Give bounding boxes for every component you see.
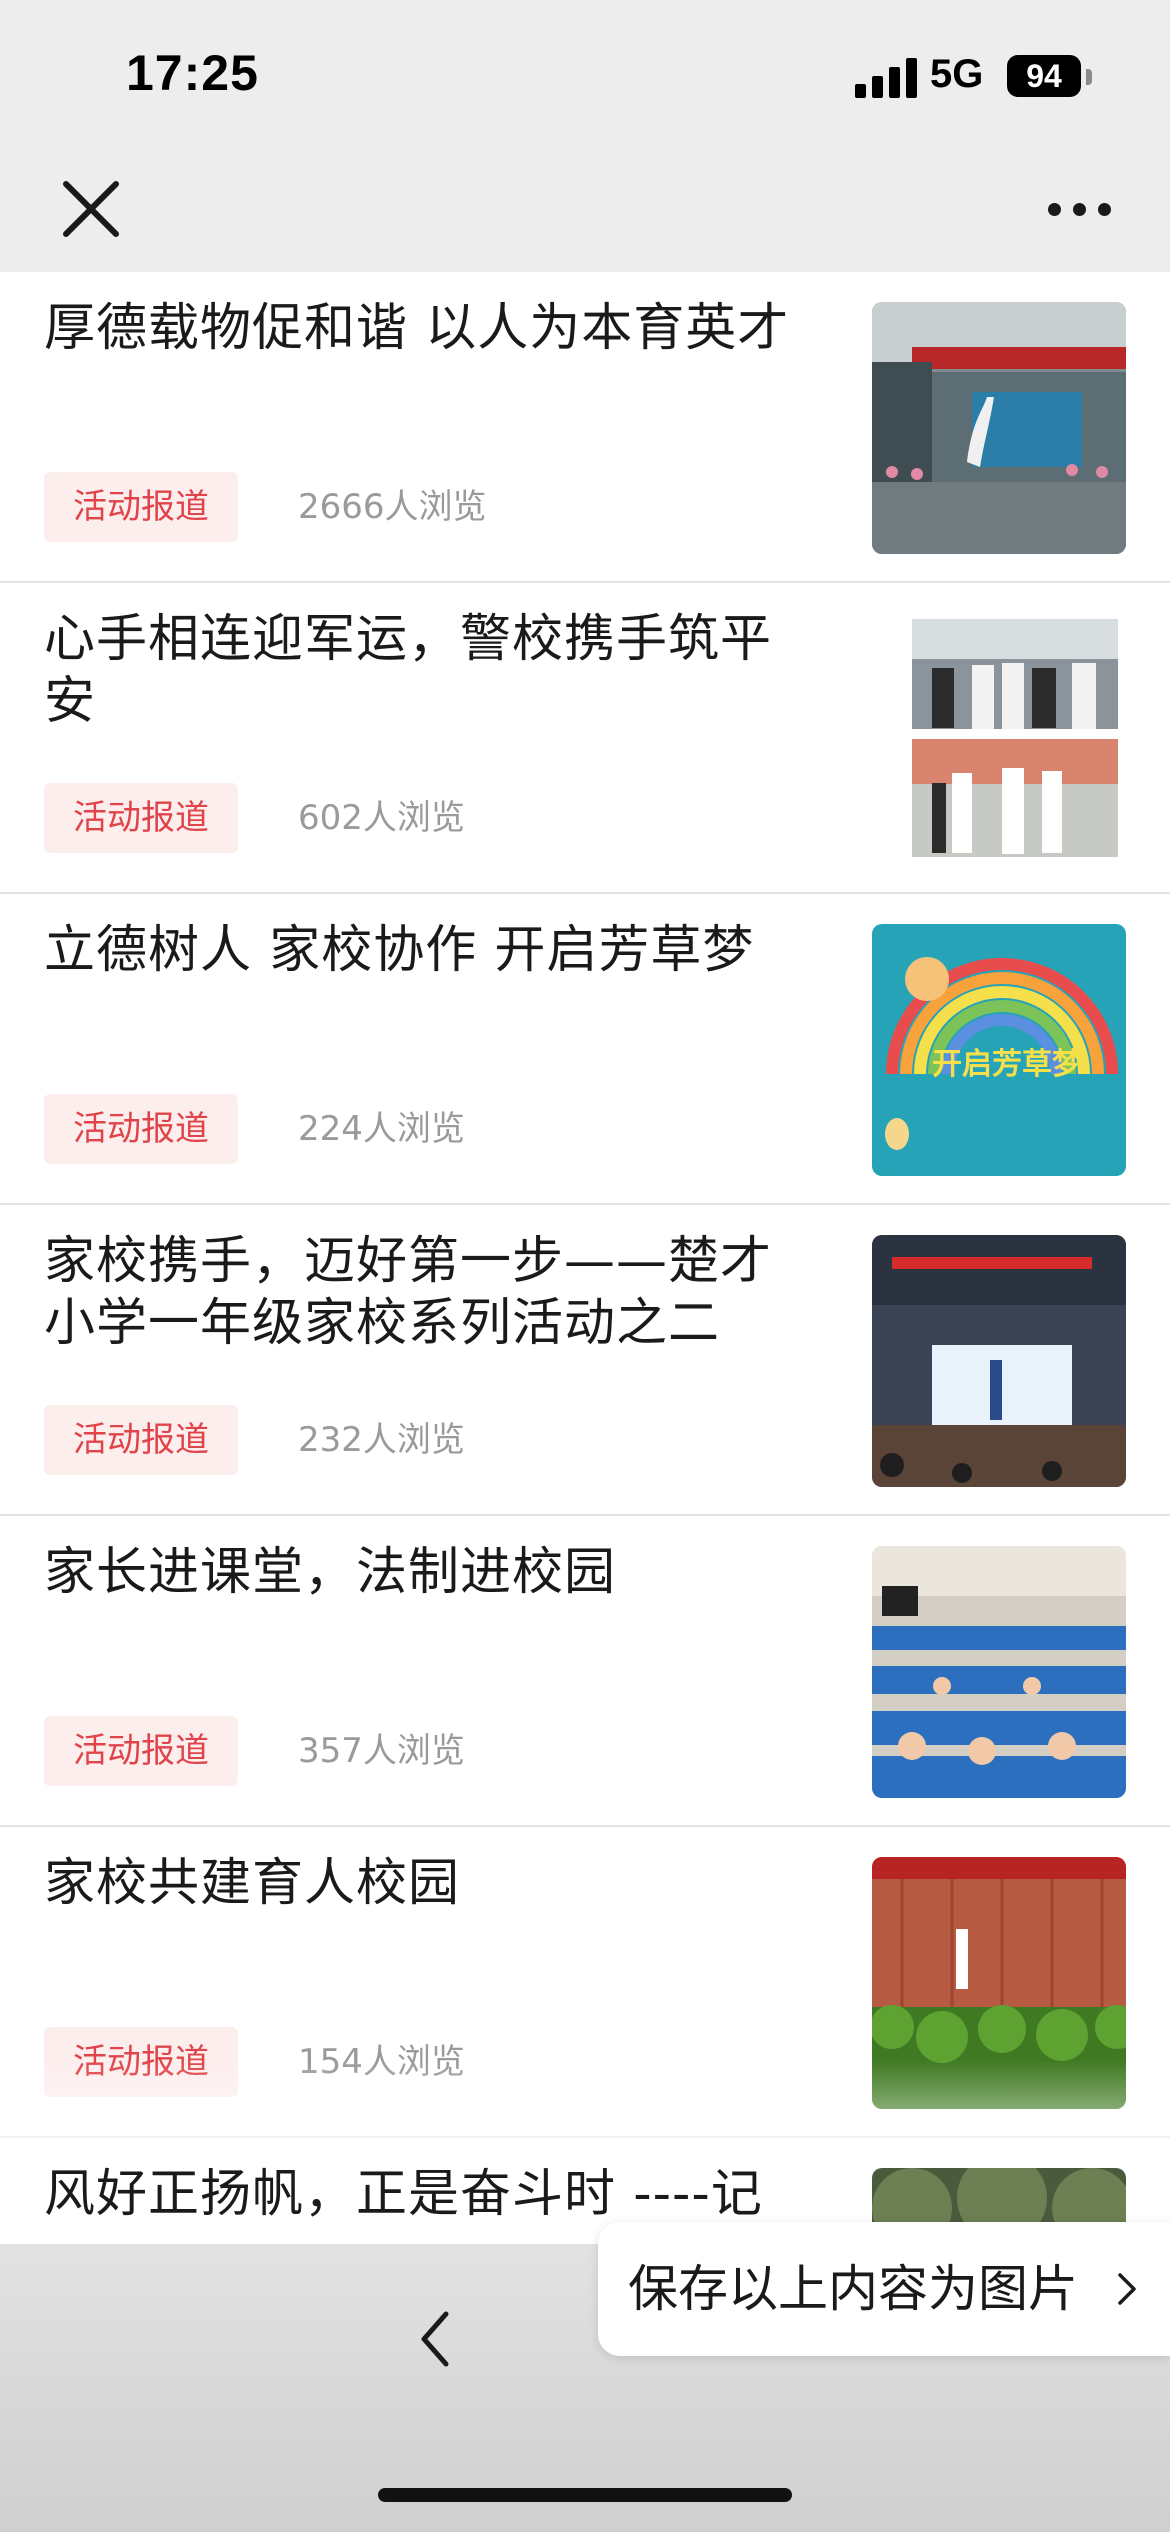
view-count: 602人浏览 [298, 798, 465, 838]
article-title: 风好正扬帆，正是奋斗时 ----记 [44, 2165, 763, 2224]
article-title: 家校携手，迈好第一步——楚才小学一年级家校系列活动之二 [44, 1232, 773, 1353]
close-icon[interactable] [56, 174, 126, 244]
article-title: 厚德载物促和谐 以人为本育英才 [44, 299, 790, 358]
article-thumbnail [912, 613, 1118, 865]
article-title: 家校共建育人校园 [44, 1854, 461, 1913]
chevron-right-icon [1116, 2271, 1138, 2307]
battery-cap [1086, 69, 1092, 85]
chevron-left-icon[interactable] [410, 2304, 460, 2374]
article-item[interactable]: 家校携手，迈好第一步——楚才小学一年级家校系列活动之二 活动报道 232人浏览 [0, 1205, 1170, 1516]
status-bar: 17:25 5G 94 [0, 0, 1170, 150]
nav-bar [0, 150, 1170, 272]
save-as-image-button[interactable]: 保存以上内容为图片 [598, 2222, 1170, 2356]
article-thumbnail [872, 1235, 1126, 1487]
view-count: 224人浏览 [298, 1109, 465, 1149]
network-type: 5G [930, 52, 984, 96]
more-dots-icon[interactable] [1040, 194, 1120, 224]
article-title: 立德树人 家校协作 开启芳草梦 [44, 921, 755, 980]
view-count: 357人浏览 [298, 1731, 465, 1771]
article-thumbnail: 开启芳草梦 [872, 924, 1126, 1176]
article-item[interactable]: 厚德载物促和谐 以人为本育英才 活动报道 2666人浏览 [0, 272, 1170, 583]
battery-icon: 94 [1007, 55, 1081, 97]
article-thumbnail [872, 1546, 1126, 1798]
view-count: 2666人浏览 [298, 487, 487, 527]
article-thumbnail [872, 302, 1126, 554]
category-tag: 活动报道 [44, 783, 238, 853]
article-item[interactable]: 家长进课堂，法制进校园 活动报道 357人浏览 [0, 1516, 1170, 1827]
status-time: 17:25 [126, 45, 259, 101]
category-tag: 活动报道 [44, 1716, 238, 1786]
article-title: 心手相连迎军运，警校携手筑平安 [44, 610, 773, 731]
poster-caption-text: 开启芳草梦 [932, 1047, 1082, 1082]
article-item[interactable]: 心手相连迎军运，警校携手筑平安 活动报道 602人浏览 [0, 583, 1170, 894]
category-tag: 活动报道 [44, 1094, 238, 1164]
content-fade [0, 2060, 1170, 2140]
home-indicator [378, 2488, 792, 2502]
save-as-image-label: 保存以上内容为图片 [628, 2260, 1078, 2318]
category-tag: 活动报道 [44, 472, 238, 542]
article-title: 家长进课堂，法制进校园 [44, 1543, 617, 1602]
view-count: 232人浏览 [298, 1420, 465, 1460]
category-tag: 活动报道 [44, 1405, 238, 1475]
article-item[interactable]: 立德树人 家校协作 开启芳草梦 活动报道 224人浏览 开启芳草梦 [0, 894, 1170, 1205]
cellular-signal-icon [855, 58, 917, 98]
